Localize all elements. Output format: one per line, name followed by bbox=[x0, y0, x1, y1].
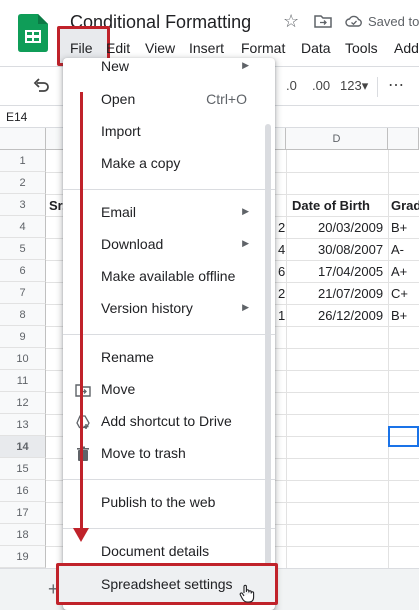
row-header[interactable]: 17 bbox=[0, 502, 46, 524]
annotation-arrow-line bbox=[80, 92, 83, 532]
grid-line bbox=[388, 150, 389, 568]
menu-separator bbox=[63, 479, 275, 480]
decrease-decimal-button[interactable]: .0 bbox=[286, 78, 297, 93]
menu-item-new[interactable]: New ▶ bbox=[63, 58, 275, 82]
table-cell[interactable]: A- bbox=[391, 242, 404, 257]
row-header-selected[interactable]: 14 bbox=[0, 436, 46, 458]
grid-line bbox=[286, 150, 287, 568]
menu-item-import[interactable]: Import bbox=[63, 117, 275, 147]
submenu-arrow-icon: ▶ bbox=[242, 206, 249, 216]
table-cell[interactable]: B+ bbox=[391, 220, 407, 235]
row-header[interactable]: 18 bbox=[0, 524, 46, 546]
menu-item-rename[interactable]: Rename bbox=[63, 343, 275, 373]
cell-reference[interactable]: E14 bbox=[6, 110, 27, 124]
row-header[interactable]: 10 bbox=[0, 348, 46, 370]
row-header[interactable]: 4 bbox=[0, 216, 46, 238]
row-header[interactable]: 11 bbox=[0, 370, 46, 392]
menu-separator bbox=[63, 528, 275, 529]
more-icon[interactable]: ⋯ bbox=[388, 75, 404, 95]
selected-cell[interactable] bbox=[388, 426, 419, 447]
menu-view[interactable]: View bbox=[145, 40, 175, 56]
toolbar-divider bbox=[377, 77, 378, 97]
move-folder-icon[interactable] bbox=[314, 14, 332, 28]
menu-insert[interactable]: Insert bbox=[189, 40, 224, 56]
file-menu-dropdown: New ▶ Open Ctrl+O Import Make a copy Ema… bbox=[63, 58, 275, 610]
menu-item-email[interactable]: Email ▶ bbox=[63, 198, 275, 228]
app-header: Conditional Formatting ☆ Saved to D File… bbox=[0, 0, 419, 66]
menu-item-add-shortcut[interactable]: Add shortcut to Drive bbox=[63, 407, 275, 437]
menu-item-version-history[interactable]: Version history ▶ bbox=[63, 294, 275, 324]
table-cell[interactable]: 2 bbox=[278, 286, 285, 301]
menu-item-download[interactable]: Download ▶ bbox=[63, 230, 275, 260]
table-cell[interactable]: 17/04/2005 bbox=[318, 264, 383, 279]
row-header[interactable]: 8 bbox=[0, 304, 46, 326]
move-folder-icon bbox=[75, 384, 91, 397]
menu-separator bbox=[63, 189, 275, 190]
trash-icon bbox=[77, 446, 89, 461]
row-header[interactable]: 9 bbox=[0, 326, 46, 348]
table-cell[interactable]: C+ bbox=[391, 286, 408, 301]
header-cell-dob[interactable]: Date of Birth bbox=[292, 198, 370, 213]
spreadsheet-settings-label: Spreadsheet settings bbox=[101, 576, 233, 592]
menu-item-open[interactable]: Open Ctrl+O bbox=[63, 85, 275, 115]
star-icon[interactable]: ☆ bbox=[283, 11, 299, 32]
menu-addons[interactable]: Add bbox=[394, 40, 419, 56]
column-header[interactable] bbox=[388, 128, 419, 150]
submenu-arrow-icon: ▶ bbox=[242, 238, 249, 248]
row-header[interactable]: 3 bbox=[0, 194, 46, 216]
table-cell[interactable]: 21/07/2009 bbox=[318, 286, 383, 301]
cloud-saved-icon bbox=[345, 15, 362, 27]
menu-item-move-trash[interactable]: Move to trash bbox=[63, 439, 275, 469]
submenu-arrow-icon: ▶ bbox=[242, 302, 249, 312]
menu-item-publish[interactable]: Publish to the web bbox=[63, 488, 275, 518]
saved-status: Saved to D bbox=[368, 14, 419, 29]
header-cell-grade[interactable]: Grad bbox=[391, 198, 419, 213]
submenu-arrow-icon: ▶ bbox=[242, 60, 249, 70]
table-cell[interactable]: 2 bbox=[278, 220, 285, 235]
column-header-d[interactable]: D bbox=[286, 128, 388, 150]
table-cell[interactable]: 30/08/2007 bbox=[318, 242, 383, 257]
row-header[interactable]: 7 bbox=[0, 282, 46, 304]
menu-format[interactable]: Format bbox=[241, 40, 285, 56]
row-header[interactable]: 15 bbox=[0, 458, 46, 480]
menu-scrollbar[interactable] bbox=[265, 124, 271, 584]
menu-separator bbox=[63, 334, 275, 335]
menu-file[interactable]: File bbox=[70, 40, 93, 56]
menu-data[interactable]: Data bbox=[301, 40, 331, 56]
add-shortcut-drive-icon bbox=[76, 415, 90, 429]
table-cell[interactable]: 26/12/2009 bbox=[318, 308, 383, 323]
table-cell[interactable]: 4 bbox=[278, 242, 285, 257]
row-header[interactable]: 5 bbox=[0, 238, 46, 260]
row-header[interactable]: 13 bbox=[0, 414, 46, 436]
annotation-arrow-head bbox=[73, 528, 89, 542]
table-cell[interactable]: A+ bbox=[391, 264, 407, 279]
row-header[interactable]: 6 bbox=[0, 260, 46, 282]
undo-icon[interactable] bbox=[32, 78, 50, 94]
row-header[interactable]: 12 bbox=[0, 392, 46, 414]
hand-cursor-icon bbox=[239, 584, 255, 603]
more-formats-button[interactable]: 123▾ bbox=[340, 78, 368, 94]
menu-item-make-copy[interactable]: Make a copy bbox=[63, 149, 275, 179]
menu-edit[interactable]: Edit bbox=[106, 40, 130, 56]
menu-bar: File Edit View Insert Format Data Tools … bbox=[0, 38, 419, 60]
table-cell[interactable]: 6 bbox=[278, 264, 285, 279]
table-cell[interactable]: 20/03/2009 bbox=[318, 220, 383, 235]
row-header[interactable]: 19 bbox=[0, 546, 46, 568]
menu-item-spreadsheet-settings[interactable]: Spreadsheet settings bbox=[56, 563, 278, 605]
menu-item-make-offline[interactable]: Make available offline bbox=[63, 262, 275, 292]
increase-decimal-button[interactable]: .00 bbox=[312, 78, 330, 93]
row-header[interactable]: 1 bbox=[0, 150, 46, 172]
table-cell[interactable]: B+ bbox=[391, 308, 407, 323]
open-shortcut: Ctrl+O bbox=[206, 91, 247, 107]
row-header[interactable]: 16 bbox=[0, 480, 46, 502]
menu-tools[interactable]: Tools bbox=[345, 40, 378, 56]
table-cell[interactable]: 1 bbox=[278, 308, 285, 323]
menu-item-move[interactable]: Move bbox=[63, 375, 275, 405]
row-header[interactable]: 2 bbox=[0, 172, 46, 194]
select-all-corner[interactable] bbox=[0, 128, 46, 150]
